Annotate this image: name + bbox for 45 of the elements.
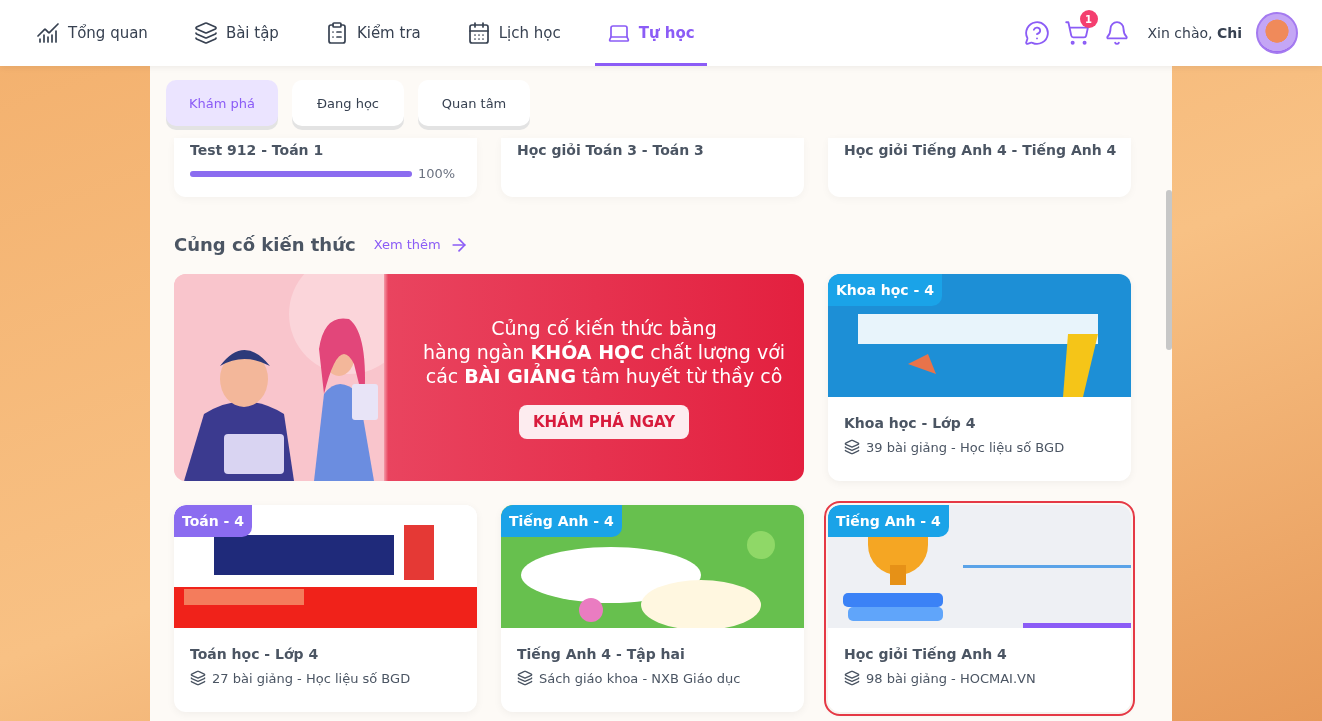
layers-icon (844, 439, 860, 455)
calendar-icon (466, 21, 491, 45)
course-title: Học giỏi Toán 3 - Toán 3 (517, 142, 705, 158)
course-card[interactable]: Tiếng Anh - 4 Tiếng Anh 4 - Tập hai Sách giáo khoa - NXB Giáo dục (501, 505, 804, 712)
subject-tag: Khoa học - 4 (828, 274, 942, 306)
course-card[interactable]: Khoa học - 4 Khoa học - Lớp 4 39 bài giảng - Học liệu số BGD (828, 274, 1131, 481)
avatar-icon[interactable] (1256, 12, 1298, 54)
banner-text: các BÀI GIẢNG tâm huyết từ thầy cô (425, 364, 783, 387)
scrollbar-thumb[interactable] (1166, 190, 1172, 350)
course-title: Toán học - Lớp 4 (190, 646, 320, 662)
course-title: Khoa học - Lớp 4 (844, 415, 977, 431)
chart-icon (36, 21, 60, 45)
notification-button[interactable] (1103, 20, 1130, 46)
progress-reading: 100% (418, 166, 456, 181)
layers-icon (190, 670, 206, 686)
course-card[interactable]: Học giỏi Toán 3 - Toán 3 (501, 138, 804, 197)
course-meta: 39 bài giảng - Học liệu số BGD (866, 439, 1065, 455)
nav-tab[interactable]: Lịch học (454, 0, 573, 66)
nav-tab[interactable]: Bài tập (181, 0, 291, 66)
see-more-link[interactable]: Xem thêm (373, 234, 469, 255)
nav-tab[interactable]: Tổng quan (24, 0, 160, 66)
course-title: Test 912 - Toán 1 (190, 142, 325, 158)
banner-text: Củng cố kiến thức bằng (491, 316, 717, 339)
subject-tag: Tiếng Anh - 4 (501, 505, 622, 537)
course-title: Học giỏi Tiếng Anh 4 - Tiếng Anh 4 (844, 142, 1115, 158)
course-title: Tiếng Anh 4 - Tập hai (517, 646, 686, 662)
layers-icon (193, 21, 218, 45)
help-button[interactable] (1023, 20, 1050, 46)
layers-icon (517, 670, 533, 686)
course-card[interactable]: Test 912 - Toán 1 100% (174, 138, 477, 197)
layers-icon (844, 670, 860, 686)
banner-text: hàng ngàn KHÓA HỌC chất lượng với (422, 340, 786, 363)
course-title: Học giỏi Tiếng Anh 4 (844, 646, 1008, 662)
cart-badge: 1 (1079, 10, 1098, 28)
explore-button[interactable]: KHÁM PHÁ NGAY (518, 404, 690, 439)
course-card[interactable]: Học giỏi Tiếng Anh 4 - Tiếng Anh 4 (828, 138, 1131, 197)
course-meta: 27 bài giảng - Học liệu số BGD (212, 670, 411, 686)
nav-tab[interactable]: Kiểm tra (312, 0, 433, 66)
section-title: Củng cố kiến thức (174, 234, 356, 255)
subject-tag: Toán - 4 (174, 505, 253, 537)
course-card[interactable]: Toán - 4 Toán học - Lớp 4 27 bài giảng - Học liệu số BGD (174, 505, 477, 712)
course-meta: Sách giáo khoa - NXB Giáo dục (539, 670, 741, 686)
greeting: Xin chào, Chi (1147, 25, 1242, 41)
course-meta: 98 bài giảng - HOCMAI.VN (866, 670, 1036, 686)
subject-tag: Tiếng Anh - 4 (828, 505, 949, 537)
